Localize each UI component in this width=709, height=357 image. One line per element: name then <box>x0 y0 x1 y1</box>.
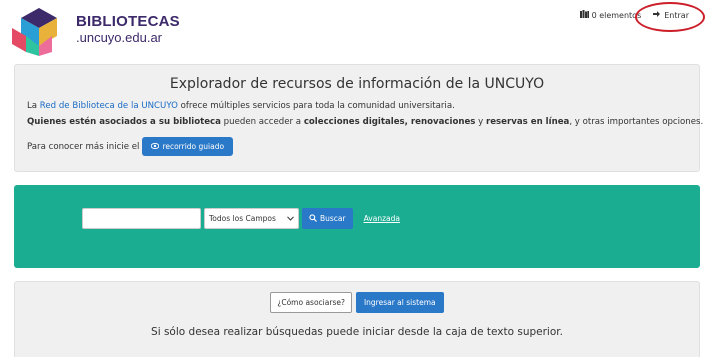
sign-in-icon <box>653 10 661 20</box>
search-field-selected: Todos los Campos <box>209 214 276 223</box>
members-text: Quienes estén asociados a su biblioteca … <box>27 117 703 127</box>
page-title: Explorador de recursos de información de… <box>169 76 545 92</box>
search-button-label: Buscar <box>320 214 346 223</box>
guide-prompt: Para conocer más inicie el <box>27 141 140 152</box>
search-input[interactable] <box>82 208 201 229</box>
cart-count-label: 0 elementos <box>591 10 642 20</box>
intro-text: La Red de Biblioteca de la UNCUYO ofrece… <box>27 101 455 111</box>
intro-text-start: La <box>27 101 40 111</box>
how-to-join-button[interactable]: ¿Cómo asociarse? <box>270 292 352 313</box>
members-bold-1: Quienes estén asociados a su biblioteca <box>27 117 221 127</box>
brand-domain: .uncuyo.edu.ar <box>76 30 163 45</box>
members-text-3: , y otras importantes opciones. <box>569 117 704 127</box>
members-bold-2: colecciones digitales, renovaciones <box>303 117 476 127</box>
guided-tour-button[interactable]: recorrido guiado <box>142 137 234 156</box>
members-bold-3: reservas en línea <box>485 117 570 127</box>
guided-tour-label: recorrido guiado <box>162 142 225 151</box>
access-panel: ¿Cómo asociarse? Ingresar al sistema Si … <box>14 281 700 357</box>
members-text-1: pueden acceder a <box>220 117 304 127</box>
library-logo-icon[interactable] <box>10 6 68 58</box>
advanced-search-link[interactable]: Avanzada <box>364 214 400 223</box>
brand-title: BIBLIOTECAS <box>76 13 180 30</box>
search-field-select[interactable]: Todos los Campos <box>204 208 299 229</box>
guide-row: Para conocer más inicie el recorrido gui… <box>27 137 234 156</box>
intro-text-end: ofrece múltiples servicios para toda la … <box>177 101 455 111</box>
system-login-button[interactable]: Ingresar al sistema <box>355 292 444 313</box>
info-panel: Explorador de recursos de información de… <box>14 64 703 172</box>
login-link[interactable]: Entrar <box>653 10 689 20</box>
login-label: Entrar <box>664 10 689 20</box>
brand-wordmark[interactable]: BIBLIOTECAS .uncuyo.edu.ar <box>76 14 180 44</box>
search-bar: Todos los Campos Buscar Avanzada <box>82 208 400 229</box>
books-icon <box>579 10 589 20</box>
search-icon <box>309 213 317 224</box>
chevron-down-icon <box>287 214 294 223</box>
access-buttons: ¿Cómo asociarse? Ingresar al sistema <box>15 292 699 313</box>
search-button[interactable]: Buscar <box>302 208 353 229</box>
search-panel: Todos los Campos Buscar Avanzada <box>14 185 700 268</box>
search-hint-text: Si sólo desea realizar búsquedas puede i… <box>151 326 563 338</box>
top-nav: 0 elementos Entrar <box>579 10 689 20</box>
members-text-2: y <box>475 117 486 127</box>
cart-link[interactable]: 0 elementos <box>579 10 642 20</box>
library-network-link[interactable]: Red de Biblioteca de la UNCUYO <box>40 101 178 111</box>
eye-icon <box>151 142 160 151</box>
